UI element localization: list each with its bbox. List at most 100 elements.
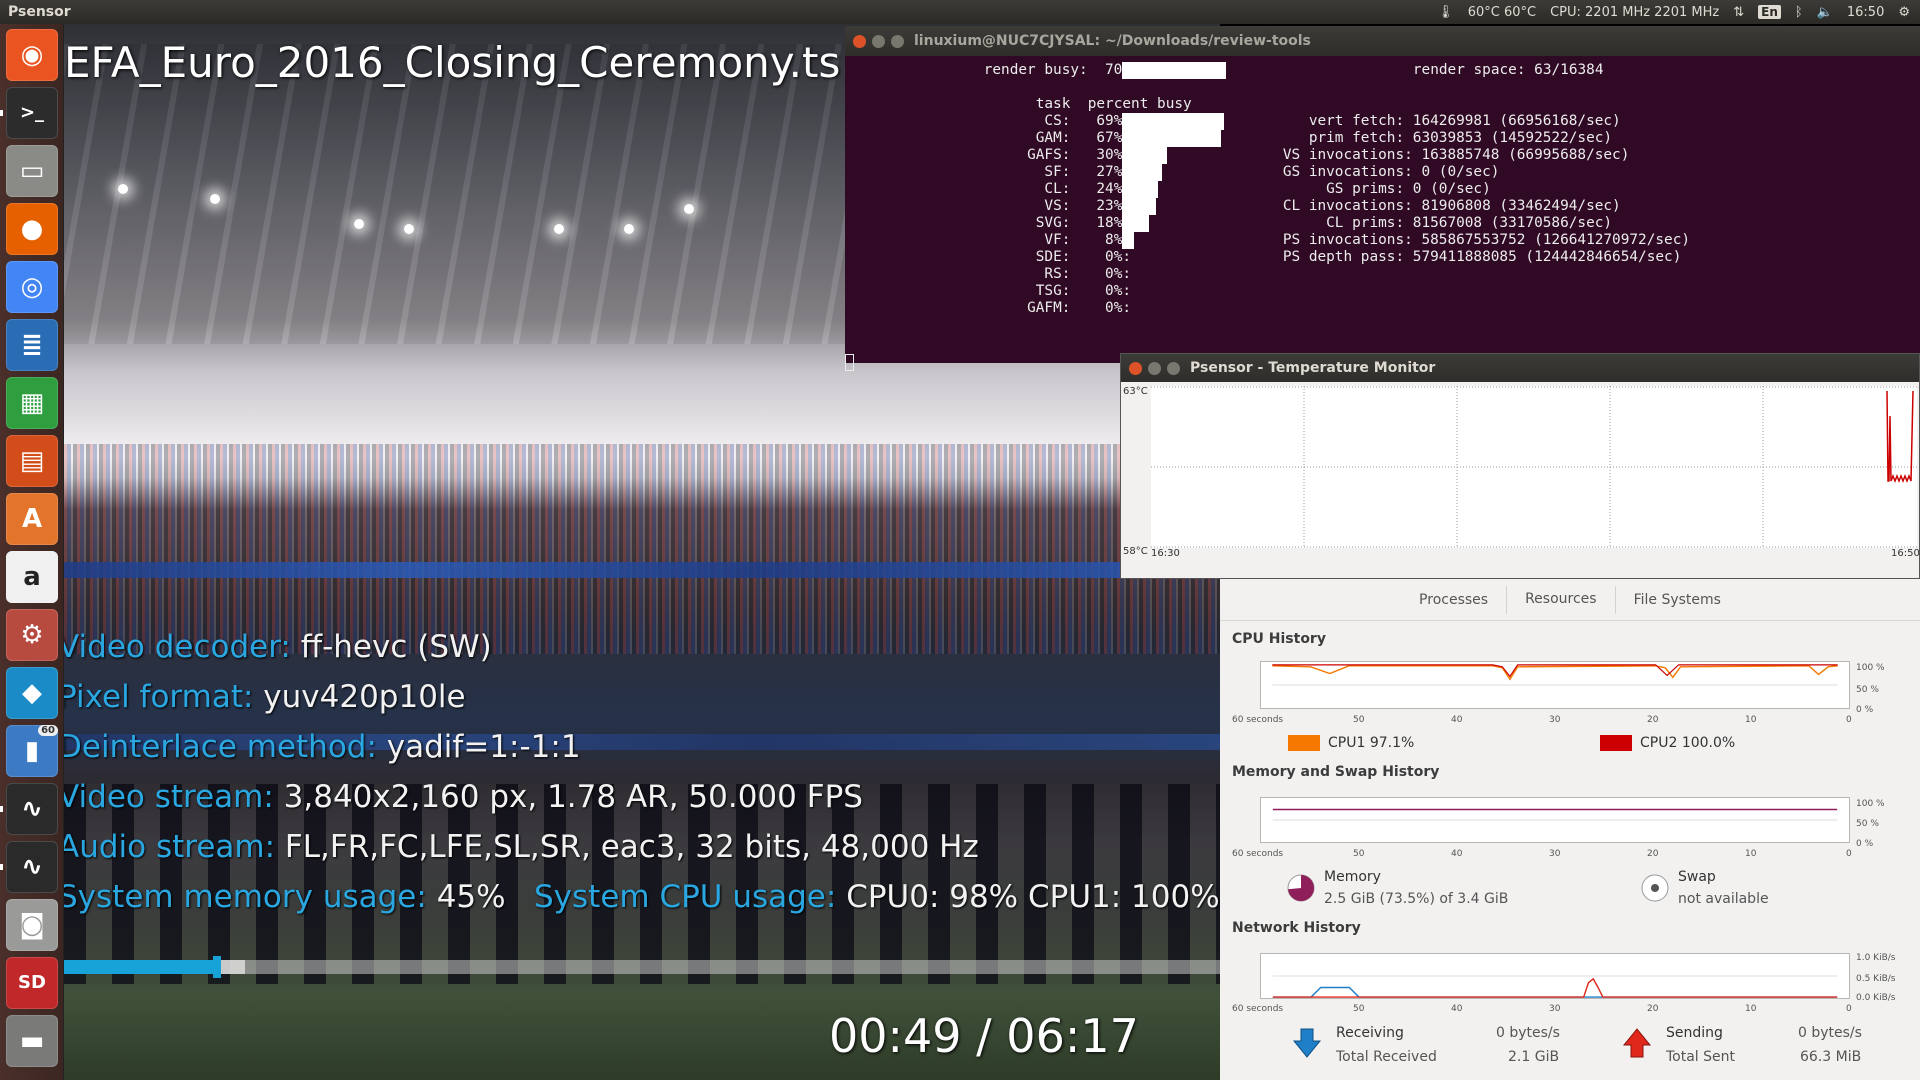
launcher-glyph: SD bbox=[18, 972, 46, 993]
render-busy-bar bbox=[1122, 62, 1226, 79]
x-tick: 40 bbox=[1451, 715, 1463, 725]
chrome-icon[interactable]: ◎ bbox=[6, 261, 58, 313]
terminal-title: linuxium@NUC7CJYSAL: ~/Downloads/review-… bbox=[914, 33, 1311, 49]
maximize-icon[interactable] bbox=[891, 34, 904, 48]
swap-pie-icon[interactable] bbox=[1640, 873, 1670, 903]
cpu1-legend: CPU1 97.1% bbox=[1328, 735, 1414, 751]
task-busy-bar bbox=[1122, 215, 1149, 232]
task-pct: 0%: bbox=[1070, 300, 1132, 316]
memory-pie-icon[interactable] bbox=[1286, 873, 1316, 903]
files-icon[interactable]: ▭ bbox=[6, 145, 58, 197]
stadium-light bbox=[404, 224, 414, 234]
maximize-icon[interactable] bbox=[1167, 361, 1180, 375]
task-pct: 0%: bbox=[1070, 249, 1132, 265]
sending-arrow-icon[interactable] bbox=[1622, 1027, 1652, 1059]
x-tick: 60 seconds bbox=[1232, 715, 1284, 725]
receiving-arrow-icon[interactable] bbox=[1292, 1027, 1322, 1059]
gear-icon[interactable]: ⚙ bbox=[1898, 5, 1910, 20]
terminal-icon[interactable]: >_ bbox=[6, 87, 58, 139]
launcher-glyph: A bbox=[21, 504, 43, 534]
psensor-icon[interactable]: ∿ bbox=[6, 783, 58, 835]
amazon-icon[interactable]: a bbox=[6, 551, 58, 603]
tab-processes[interactable]: Processes bbox=[1409, 586, 1498, 614]
terminal-output[interactable]: render busy: 70%: render space: 63/16384 t… bbox=[845, 56, 1920, 386]
task-row: GAFS: 30%: bbox=[1027, 147, 1131, 164]
gpu-stat-line: CL invocations: 81906808 (33462494/sec) bbox=[1282, 198, 1621, 214]
close-icon[interactable] bbox=[853, 34, 866, 48]
codec-info-value: ff-hevc (SW) bbox=[300, 629, 492, 665]
task-busy-bar bbox=[1122, 147, 1167, 164]
sd-card-icon[interactable]: SD bbox=[6, 957, 58, 1009]
temperature-indicator[interactable]: 60°C 60°C bbox=[1468, 5, 1536, 20]
receiving-label: Receiving bbox=[1336, 1025, 1404, 1041]
software-center-icon[interactable]: A bbox=[6, 493, 58, 545]
ubuntu-dash-icon[interactable]: ◉ bbox=[6, 29, 58, 81]
codec-info-key: Video decoder: bbox=[64, 629, 291, 665]
cpu-temperature-line bbox=[1886, 390, 1914, 484]
cpu2-color-swatch[interactable] bbox=[1600, 735, 1632, 751]
codec-info-line: Deinterlace method: yadif=1:-1:1 bbox=[64, 729, 581, 765]
terminal-window[interactable]: linuxium@NUC7CJYSAL: ~/Downloads/review-… bbox=[845, 26, 1920, 386]
benchmark-icon[interactable]: ▮ 60 bbox=[6, 725, 58, 777]
task-name: VS: bbox=[1044, 198, 1071, 214]
y-tick: 0 % bbox=[1856, 705, 1874, 715]
terminal-titlebar[interactable]: linuxium@NUC7CJYSAL: ~/Downloads/review-… bbox=[845, 26, 1920, 56]
stadium-crowd bbox=[64, 444, 1220, 654]
psensor-titlebar[interactable]: Psensor - Temperature Monitor bbox=[1121, 354, 1919, 382]
thermometer-icon[interactable]: 🌡 bbox=[1437, 5, 1454, 20]
stadium-light bbox=[118, 184, 128, 194]
writer-icon[interactable]: ≣ bbox=[6, 319, 58, 371]
task-busy-bar bbox=[1122, 130, 1222, 147]
gpu-stat-line: GS prims: 0 (0/sec) bbox=[1282, 181, 1491, 197]
x-tick: 30 bbox=[1549, 1004, 1561, 1014]
x-tick: 0 bbox=[1846, 849, 1852, 859]
x-tick: 40 bbox=[1451, 1004, 1463, 1014]
kodi-icon[interactable]: ◆ bbox=[6, 667, 58, 719]
receiving-rate: 0 bytes/s bbox=[1496, 1025, 1560, 1041]
task-row: SDE: 0%: bbox=[1027, 249, 1131, 266]
codec-info-line: Audio stream: FL,FR,FC,LFE,SL,SR, eac3, … bbox=[64, 829, 979, 865]
y-max-label: 63°C bbox=[1123, 386, 1148, 397]
keyboard-layout-indicator[interactable]: En bbox=[1758, 5, 1781, 19]
settings-icon[interactable]: ⚙ bbox=[6, 609, 58, 661]
tab-resources[interactable]: Resources bbox=[1515, 585, 1607, 615]
x-tick: 60 seconds bbox=[1232, 1004, 1284, 1014]
seek-handle[interactable] bbox=[213, 956, 222, 978]
volume-icon[interactable]: 🔈 bbox=[1817, 5, 1833, 20]
calc-icon[interactable]: ▦ bbox=[6, 377, 58, 429]
task-name: RS: bbox=[1044, 266, 1071, 282]
minimize-icon[interactable] bbox=[1148, 361, 1161, 375]
clock[interactable]: 16:50 bbox=[1847, 5, 1884, 20]
network-history-graph bbox=[1260, 953, 1850, 999]
launcher-glyph: ▭ bbox=[19, 156, 45, 186]
x-tick: 10 bbox=[1745, 1004, 1757, 1014]
launcher-glyph: ▮ bbox=[24, 736, 40, 766]
stadium-light bbox=[354, 219, 364, 229]
tab-separator bbox=[1614, 585, 1616, 614]
usb-drive-icon[interactable]: ▬ bbox=[6, 1015, 58, 1067]
cpu-usage-value: CPU0: 98% CPU1: 100% bbox=[846, 879, 1220, 915]
cpu-frequency-indicator[interactable]: CPU: 2201 MHz 2201 MHz bbox=[1550, 5, 1719, 20]
minimize-icon[interactable] bbox=[872, 34, 885, 48]
task-busy-bar bbox=[1122, 164, 1163, 181]
gpu-stat-line: GS invocations: 0 (0/sec) bbox=[1282, 164, 1500, 180]
system-monitor-window[interactable]: Processes Resources File Systems CPU His… bbox=[1220, 579, 1920, 1080]
network-arrows-icon[interactable]: ⇅ bbox=[1733, 5, 1744, 20]
running-indicator bbox=[0, 110, 3, 116]
swap-label: Swap bbox=[1678, 869, 1716, 885]
task-busy-bar bbox=[1122, 113, 1225, 130]
x-tick: 50 bbox=[1353, 1004, 1365, 1014]
firefox-icon[interactable]: ● bbox=[6, 203, 58, 255]
tab-file-systems[interactable]: File Systems bbox=[1624, 586, 1731, 614]
camera-icon[interactable]: ◙ bbox=[6, 899, 58, 951]
y-tick: 100 % bbox=[1856, 799, 1885, 809]
bluetooth-icon[interactable]: ᛒ bbox=[1795, 5, 1803, 20]
close-icon[interactable] bbox=[1129, 361, 1142, 375]
impress-icon[interactable]: ▤ bbox=[6, 435, 58, 487]
cpu1-color-swatch[interactable] bbox=[1288, 735, 1320, 751]
system-monitor-icon[interactable]: ∿ bbox=[6, 841, 58, 893]
psensor-window[interactable]: Psensor - Temperature Monitor 63°C 58°C … bbox=[1120, 353, 1920, 579]
launcher-glyph: ▤ bbox=[19, 446, 45, 476]
seek-bar[interactable] bbox=[64, 956, 1220, 978]
launcher-glyph: ⚙ bbox=[20, 620, 44, 650]
